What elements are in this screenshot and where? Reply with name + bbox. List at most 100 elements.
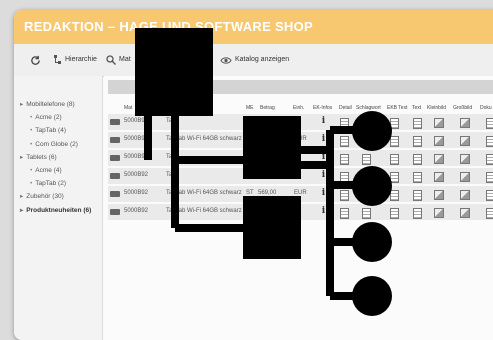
header-detail: Detail [339,105,352,111]
document-icon[interactable] [340,190,349,201]
image-icon[interactable] [434,190,444,200]
tree-item-acme[interactable]: Acme (2) [20,111,91,124]
header-betrag: Betrag [260,105,275,111]
document-icon[interactable] [413,190,422,201]
toolbar: Hierarchie Mat Katalog anzeigen [14,44,493,77]
tree-item-acme-tablets[interactable]: Acme (4) [20,164,91,177]
device-icon [110,155,120,161]
table-row[interactable]: 5000B92 TapTab Wi-Fi 64GB schwarz ST 569,00… [108,186,493,202]
table-row[interactable]: 5000B92 TapTab Wi-Fi 64GB schwarz i [108,204,493,220]
document-icon[interactable] [362,208,371,219]
image-icon[interactable] [460,190,470,200]
image-icon[interactable] [434,136,444,146]
hierarchy-button[interactable]: Hierarchie [54,52,97,68]
image-icon[interactable] [460,136,470,146]
device-icon [110,173,120,179]
info-icon[interactable]: i [319,134,328,144]
cell-description: TapTab Wi-Fi 64GB schwarz [166,136,242,142]
cell-mat: 5000B92 [124,118,149,124]
cell-mat: 5000B92 [124,154,149,160]
document-icon[interactable] [340,154,349,165]
document-icon[interactable] [362,154,371,165]
document-icon[interactable] [390,208,399,219]
document-icon[interactable] [413,136,422,147]
image-icon[interactable] [460,208,470,218]
tree-item-mobiltelefone[interactable]: Mobiltelefone (8) [20,98,91,111]
header-me: ME [246,105,254,111]
document-icon[interactable] [340,208,349,219]
document-icon[interactable] [486,190,493,201]
header-grossbild: Großbild [453,105,473,111]
image-icon[interactable] [434,172,444,182]
tree-item-zubehoer[interactable]: Zubehör (30) [20,190,91,203]
header-ek-infos: EK-Infos [313,105,333,111]
document-icon[interactable] [390,154,399,165]
search-icon [106,55,116,65]
header-kleinbild: Kleinbild [427,105,446,111]
image-icon[interactable] [434,154,444,164]
eye-icon [220,56,232,64]
tree-item-tablets[interactable]: Tablets (6) [20,151,91,164]
header-text: Text [412,105,422,111]
header-einh: Einh. [293,105,305,111]
document-icon[interactable] [390,118,399,129]
table-row[interactable]: 5000B92 Ta i [108,168,493,184]
document-icon[interactable] [362,118,371,129]
cell-me: ST [246,136,254,142]
hierarchy-label: Hierarchie [65,56,97,63]
table-row[interactable]: 5000B92 TapTab Wi-Fi 64GB schwarz ST 569,00… [108,132,493,148]
catalog-label: Katalog anzeigen [235,56,290,63]
document-icon[interactable] [413,154,422,165]
document-icon[interactable] [390,190,399,201]
tree-item-com-globe[interactable]: Com Globe (2) [20,138,91,151]
document-icon[interactable] [413,172,422,183]
info-icon[interactable]: i [319,188,328,198]
tree-item-produktneuheiten[interactable]: Produktneuheiten (6) [20,204,91,217]
cell-mat: 5000B92 [124,190,149,196]
refresh-button[interactable] [30,52,41,68]
document-icon[interactable] [362,190,371,201]
info-icon[interactable]: i [319,116,328,126]
category-sidebar: Mobiltelefone (8) Acme (2) TapTab (4) Co… [14,76,103,340]
image-icon[interactable] [434,118,444,128]
image-icon[interactable] [434,208,444,218]
hierarchy-icon [54,55,61,64]
tree-item-taptab[interactable]: TapTab (4) [20,124,91,137]
device-icon [110,209,120,215]
catalog-button[interactable]: Katalog anzeigen [220,52,289,68]
refresh-icon [31,55,40,65]
search-button[interactable]: Mat [106,52,131,68]
document-icon[interactable] [390,172,399,183]
header-ekb-text: EKB Text [387,105,408,111]
product-grid: Mat ME Betrag Einh. EK-Infos Detail Schl… [108,102,493,222]
info-icon[interactable]: i [319,152,328,162]
table-row[interactable]: 5000B92 Ta i [108,150,493,166]
cell-mat: 5000B92 [124,208,149,214]
document-icon[interactable] [340,118,349,129]
document-icon[interactable] [486,154,493,165]
document-icon[interactable] [413,118,422,129]
document-icon[interactable] [486,208,493,219]
document-icon[interactable] [340,136,349,147]
cell-einh: EUR [294,190,307,196]
document-icon[interactable] [340,172,349,183]
document-icon[interactable] [413,208,422,219]
header-schlagwort: Schlagwort [356,105,381,111]
image-icon[interactable] [460,172,470,182]
document-icon[interactable] [486,118,493,129]
cell-me: ST [246,190,254,196]
table-row[interactable]: 5000B92 Ta i [108,114,493,130]
document-icon[interactable] [486,172,493,183]
tree-item-taptab-tablets[interactable]: TapTab (2) [20,177,91,190]
document-icon[interactable] [486,136,493,147]
info-icon[interactable]: i [319,206,328,216]
image-icon[interactable] [460,154,470,164]
document-icon[interactable] [390,136,399,147]
table-header: Mat ME Betrag Einh. EK-Infos Detail Schl… [108,102,493,114]
info-icon[interactable]: i [319,170,328,180]
document-icon[interactable] [362,172,371,183]
image-icon[interactable] [460,118,470,128]
document-icon[interactable] [362,136,371,147]
table-body: 5000B92 Ta i 5000B92 TapTab Wi-Fi 64GB schwa… [108,114,493,220]
cell-description: Ta [166,154,173,160]
